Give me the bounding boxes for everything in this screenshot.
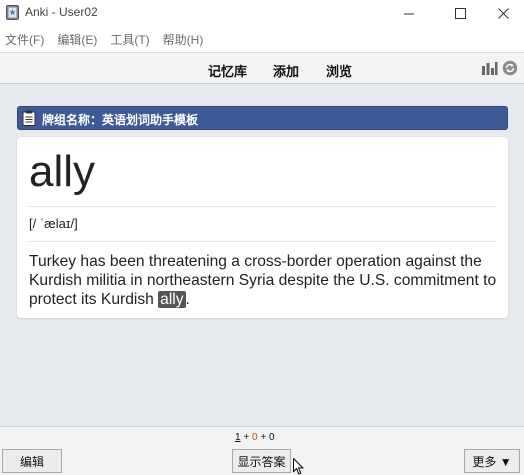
deck-name-label: 牌组名称：英语划词助手模板 [42, 113, 199, 127]
sync-icon[interactable] [502, 60, 518, 76]
title-bar: Anki - User02 [0, 0, 524, 26]
divider [29, 206, 496, 207]
menu-edit[interactable]: 编辑(E) [52, 31, 105, 48]
minimize-button[interactable] [386, 0, 432, 26]
count-plus: + [243, 432, 250, 443]
deck-name-bar: 牌组名称：英语划词助手模板 [17, 106, 508, 130]
decks-link[interactable]: 记忆库 [208, 61, 247, 80]
divider [29, 241, 496, 242]
review-bottom-bar: 1 + 0 + 0 编辑 显示答案 更多 ▼ [0, 426, 524, 475]
sentence-text: Turkey has been threatening a cross-bord… [29, 253, 497, 308]
highlighted-word: ally [158, 291, 186, 308]
stats-icon[interactable] [481, 61, 498, 76]
maximize-icon [454, 7, 466, 19]
window-title: Anki - User02 [25, 5, 98, 19]
card-example-sentence: Turkey has been threatening a cross-bord… [29, 252, 499, 309]
card-phonetic: [/ ˈælaɪ/] [29, 216, 78, 231]
show-answer-button[interactable]: 显示答案 [232, 449, 291, 473]
add-link[interactable]: 添加 [273, 61, 299, 80]
card-word: ally [29, 147, 96, 196]
clipboard-icon [22, 110, 36, 126]
menu-file[interactable]: 文件(F) [0, 31, 52, 48]
browse-link[interactable]: 浏览 [326, 61, 352, 80]
sentence-end: . [185, 291, 190, 308]
minimize-icon [403, 13, 414, 14]
new-count: 1 [235, 432, 241, 443]
menu-tools[interactable]: 工具(T) [105, 31, 157, 48]
menu-bar: 文件(F) 编辑(E) 工具(T) 帮助(H) [0, 26, 524, 52]
edit-button[interactable]: 编辑 [2, 449, 62, 473]
more-button[interactable]: 更多 ▼ [464, 449, 520, 473]
mouse-cursor-icon [293, 458, 304, 475]
anki-app-icon [6, 5, 19, 20]
main-toolbar: 记忆库 添加 浏览 [0, 52, 524, 84]
card-content: ally [/ ˈælaɪ/] Turkey has been threaten… [17, 137, 508, 318]
menu-help[interactable]: 帮助(H) [158, 31, 212, 48]
maximize-button[interactable] [437, 0, 483, 26]
due-counts: 1 + 0 + 0 [235, 432, 275, 443]
count-plus: + [260, 432, 267, 443]
learn-count: 0 [251, 432, 258, 443]
close-button[interactable] [480, 0, 524, 26]
close-icon [497, 7, 509, 19]
review-count: 0 [268, 432, 275, 443]
